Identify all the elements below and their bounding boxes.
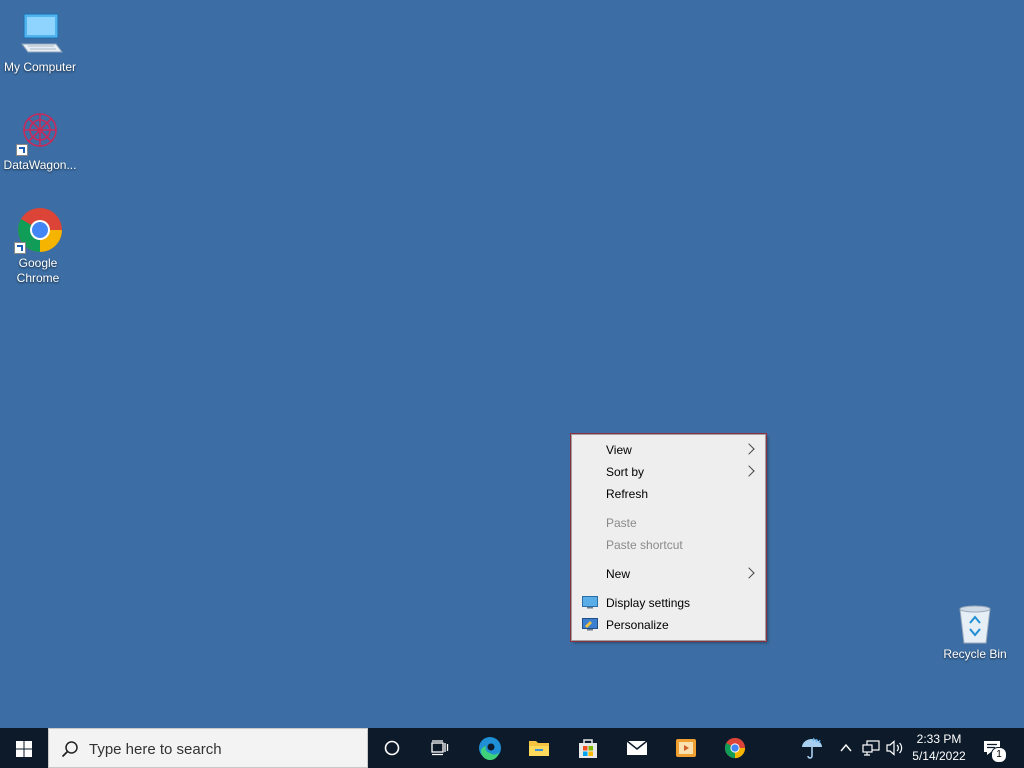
menu-item-label: Refresh [606, 487, 649, 501]
store-button[interactable] [564, 728, 612, 768]
taskbar: Type here to search 2:33 PM 5/14/2022 1 [0, 728, 1024, 768]
menu-item-label: View [606, 443, 632, 457]
chevron-right-icon [743, 465, 755, 477]
mail-icon [626, 740, 648, 755]
volume-icon [886, 740, 903, 756]
media-player-icon [676, 739, 696, 757]
desktop-icon-label: My Computer [3, 60, 77, 74]
shortcut-arrow-icon [14, 242, 26, 254]
menu-item-label: Paste shortcut [606, 538, 683, 552]
task-view-icon [431, 740, 449, 756]
search-icon [61, 741, 78, 758]
weather-button[interactable] [796, 728, 828, 768]
chrome-taskbar-button[interactable] [711, 728, 759, 768]
windows-logo-icon [16, 741, 32, 757]
menu-item-sort-by[interactable]: Sort by [572, 461, 765, 483]
show-hidden-icons-button[interactable] [836, 728, 856, 768]
personalize-icon [582, 618, 598, 631]
menu-item-refresh[interactable]: Refresh [572, 483, 765, 505]
cortana-button[interactable] [368, 728, 416, 768]
menu-item-new[interactable]: New [572, 563, 765, 585]
computer-icon [16, 10, 64, 58]
volume-button[interactable] [884, 728, 906, 768]
notification-count-badge: 1 [991, 747, 1007, 763]
chrome-icon [14, 206, 62, 254]
action-center-button[interactable]: 1 [978, 728, 1018, 768]
start-button[interactable] [0, 728, 48, 768]
display-icon [582, 596, 598, 609]
menu-item-label: Personalize [606, 618, 669, 632]
file-explorer-icon [529, 741, 549, 756]
menu-item-label: Paste [606, 516, 637, 530]
edge-button[interactable] [466, 728, 514, 768]
taskbar-search-box[interactable]: Type here to search [48, 728, 368, 768]
file-explorer-button[interactable] [515, 728, 563, 768]
weather-icon [802, 737, 822, 759]
desktop-icon-label: DataWagon... [3, 158, 77, 172]
menu-item-paste[interactable]: Paste [572, 512, 765, 534]
menu-item-display-settings[interactable]: Display settings [572, 592, 765, 614]
menu-item-label: New [606, 567, 631, 581]
clock-date: 5/14/2022 [912, 749, 966, 763]
chrome-icon [724, 737, 746, 759]
network-icon [862, 740, 880, 756]
desktop-icon-label: Recycle Bin [943, 647, 1007, 661]
taskbar-clock[interactable]: 2:33 PM 5/14/2022 [904, 731, 974, 765]
datawagon-icon [16, 108, 64, 156]
menu-item-view[interactable]: View [572, 439, 765, 461]
media-player-button[interactable] [662, 728, 710, 768]
chevron-right-icon [743, 443, 755, 455]
desktop-icon-recycle-bin[interactable]: Recycle Bin [935, 603, 1015, 662]
recycle-bin-icon [954, 603, 996, 645]
desktop-icon-my-computer[interactable]: My Computer [0, 10, 80, 75]
clock-time: 2:33 PM [916, 732, 962, 746]
network-button[interactable] [860, 728, 882, 768]
edge-icon [479, 737, 501, 760]
cortana-icon [384, 740, 400, 756]
chevron-up-icon [840, 743, 852, 752]
desktop-icon-label: Google Chrome [16, 256, 60, 285]
menu-item-label: Display settings [606, 596, 691, 610]
desktop-context-menu: View Sort by Refresh Paste Paste shortcu… [570, 433, 767, 642]
mail-button[interactable] [613, 728, 661, 768]
menu-item-personalize[interactable]: Personalize [572, 614, 765, 636]
shortcut-arrow-icon [16, 144, 28, 156]
chevron-right-icon [743, 567, 755, 579]
task-view-button[interactable] [416, 728, 464, 768]
menu-item-label: Sort by [606, 465, 645, 479]
search-placeholder: Type here to search [89, 741, 222, 758]
menu-item-paste-shortcut[interactable]: Paste shortcut [572, 534, 765, 556]
store-icon [579, 739, 597, 758]
desktop-icon-datawagon[interactable]: DataWagon... [0, 108, 80, 173]
desktop-icon-google-chrome[interactable]: Google Chrome [0, 206, 78, 286]
